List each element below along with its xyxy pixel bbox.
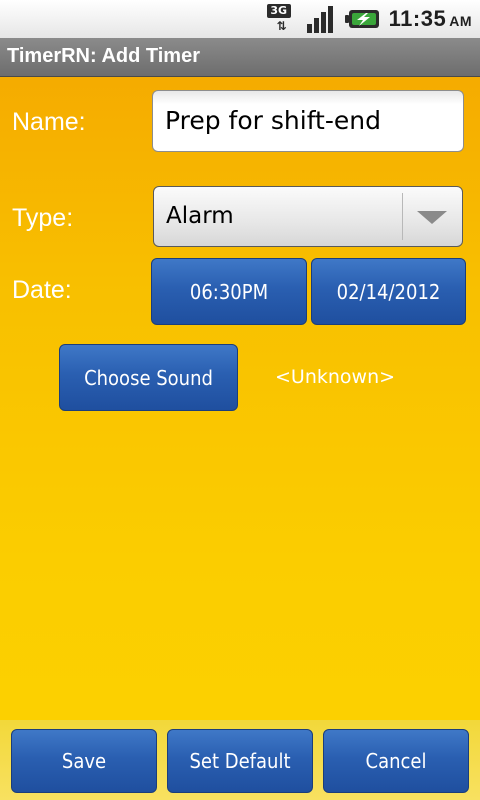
battery-charging-icon [344,10,379,28]
save-button[interactable]: Save [11,729,157,793]
clock-time: 11:35 [388,6,447,31]
3g-data-icon: 3G ⇅ [266,4,297,34]
signal-strength-icon [306,6,333,33]
dropdown-divider [402,193,403,240]
status-icons: 3G ⇅ 11:35 AM [266,3,472,35]
type-selected-value: Alarm [166,203,234,229]
cancel-button[interactable]: Cancel [323,729,469,793]
sound-value: <Unknown> [275,366,396,388]
data-activity-arrows: ⇅ [276,19,287,33]
time-button[interactable]: 06:30PM [151,258,307,325]
name-input[interactable]: Prep for shift-end [152,90,464,152]
chevron-down-icon [417,211,447,224]
network-type-label: 3G [266,4,291,18]
date-button[interactable]: 02/14/2012 [311,258,466,325]
choose-sound-button[interactable]: Choose Sound [59,344,238,411]
clock-ampm: AM [449,13,472,29]
set-default-button[interactable]: Set Default [167,729,313,793]
type-label: Type: [12,204,74,232]
type-dropdown[interactable]: Alarm [153,186,463,247]
status-bar: 3G ⇅ 11:35 AM [0,0,480,38]
clock: 11:35 AM [389,6,472,32]
date-label: Date: [12,276,72,304]
window-title: TimerRN: Add Timer [7,45,200,67]
title-bar: TimerRN: Add Timer [0,38,480,77]
name-label: Name: [12,108,86,136]
